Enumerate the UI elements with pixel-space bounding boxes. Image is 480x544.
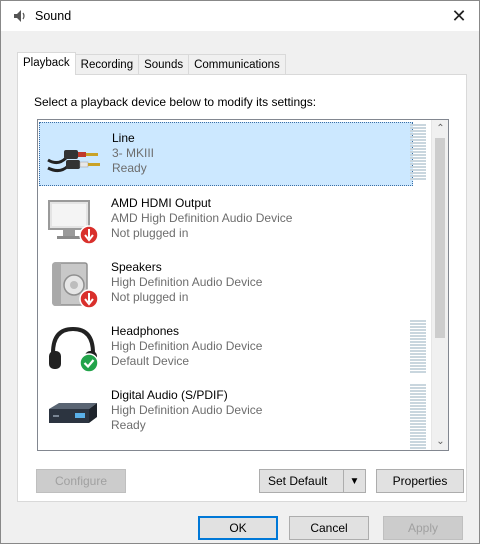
tab-sounds[interactable]: Sounds [138, 54, 190, 75]
cancel-label: Cancel [310, 521, 348, 535]
device-item-speakers[interactable]: Speakers High Definition Audio Device No… [39, 252, 413, 316]
volume-meter [410, 124, 426, 181]
device-status: Ready [111, 418, 146, 432]
rca-cable-icon [47, 150, 100, 173]
set-default-label: Set Default [268, 474, 328, 488]
headphones-icon [49, 326, 99, 373]
window-title: Sound [35, 9, 72, 23]
device-name: Line [112, 131, 135, 145]
device-description: High Definition Audio Device [111, 339, 263, 353]
tab-recording[interactable]: Recording [74, 54, 140, 75]
chevron-down-icon: ⌄ [436, 436, 445, 447]
device-item-amd-hdmi-output[interactable]: AMD HDMI Output AMD High Definition Audi… [39, 188, 413, 252]
scroll-down-button[interactable]: ⌄ [432, 433, 448, 450]
speaker-icon [52, 262, 99, 309]
playback-panel: Select a playback device below to modify… [17, 74, 467, 502]
ok-button[interactable]: OK [198, 516, 278, 540]
vertical-scrollbar[interactable]: ⌃ ⌄ [431, 120, 448, 450]
title-bar: Sound ✕ [1, 1, 479, 31]
device-description: High Definition Audio Device [111, 275, 263, 289]
device-item-digital-audio[interactable]: Digital Audio (S/PDIF) High Definition A… [39, 380, 413, 444]
configure-label: Configure [54, 474, 108, 488]
properties-button[interactable]: Properties [376, 469, 464, 493]
chevron-up-icon: ⌃ [436, 123, 445, 134]
close-button[interactable]: ✕ [439, 1, 479, 31]
device-status: Ready [112, 161, 147, 175]
device-name: Headphones [111, 324, 180, 338]
device-status: Default Device [111, 354, 190, 368]
device-name: AMD HDMI Output [111, 196, 212, 210]
device-item-headphones[interactable]: Headphones High Definition Audio Device … [39, 316, 413, 380]
tab-playback[interactable]: Playback [17, 52, 76, 75]
digital-audio-icon [49, 403, 97, 423]
properties-label: Properties [392, 474, 448, 488]
ok-label: OK [229, 521, 247, 535]
apply-button[interactable]: Apply [383, 516, 463, 540]
volume-meter [410, 320, 426, 374]
cancel-button[interactable]: Cancel [289, 516, 369, 540]
instruction-text: Select a playback device below to modify… [34, 95, 317, 109]
volume-meter [410, 384, 426, 450]
speaker-icon [14, 10, 25, 22]
tab-communications[interactable]: Communications [188, 54, 286, 75]
device-name: Digital Audio (S/PDIF) [111, 388, 228, 402]
device-status: Not plugged in [111, 290, 189, 304]
dropdown-arrow-icon[interactable]: ▼ [343, 470, 365, 492]
monitor-icon [48, 200, 99, 245]
configure-button[interactable]: Configure [36, 469, 126, 493]
device-description: 3- MKIII [112, 146, 155, 160]
device-description: AMD High Definition Audio Device [111, 211, 293, 225]
device-description: High Definition Audio Device [111, 403, 263, 417]
device-item-line[interactable]: Line 3- MKIII Ready [39, 122, 413, 186]
tab-strip: Playback Recording Sounds Communications [17, 52, 286, 75]
scroll-thumb[interactable] [435, 138, 445, 338]
set-default-button[interactable]: Set Default ▼ [259, 469, 366, 493]
device-status: Not plugged in [111, 226, 189, 240]
device-name: Speakers [111, 260, 162, 274]
apply-label: Apply [407, 521, 439, 535]
device-list[interactable]: Line 3- MKIII Ready AMD HDMI Output AMD [37, 119, 449, 451]
close-icon: ✕ [451, 5, 467, 26]
sound-dialog: Sound ✕ Playback Recording Sounds Commun… [0, 0, 480, 544]
scroll-up-button[interactable]: ⌃ [432, 120, 448, 137]
